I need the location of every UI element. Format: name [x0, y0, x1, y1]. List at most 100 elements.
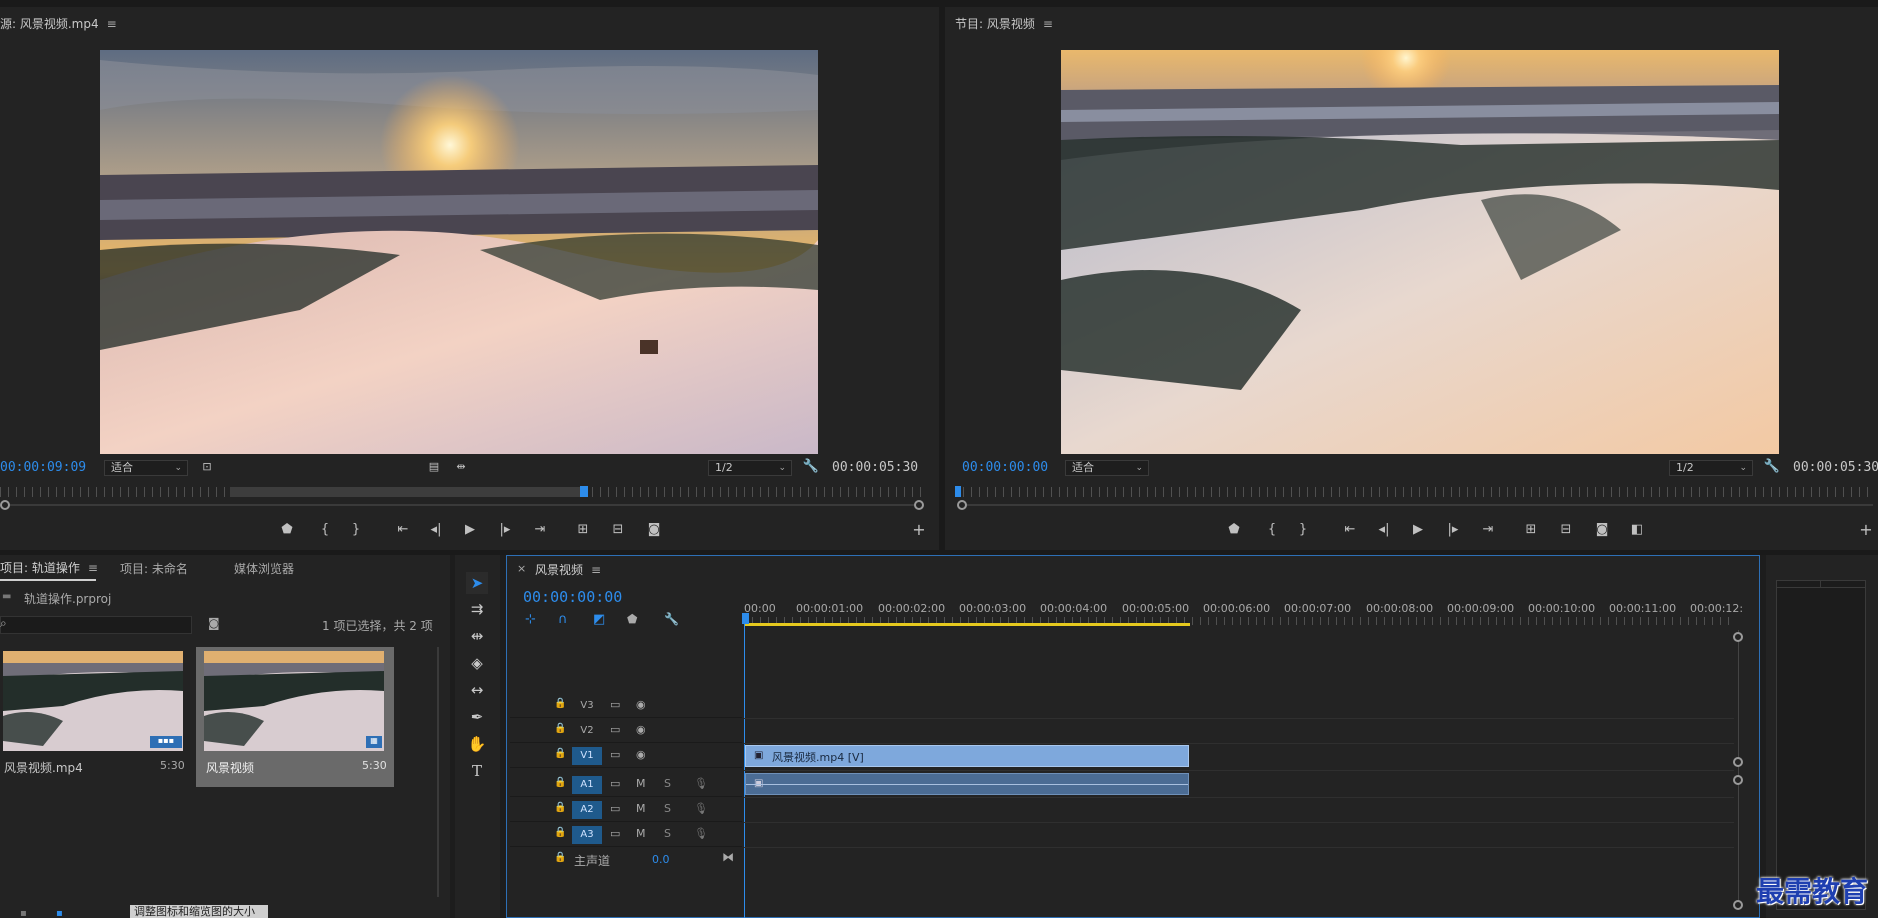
source-fit-dropdown[interactable]: 适合 ⌄ — [104, 460, 188, 476]
lock-icon[interactable]: 🔒 — [554, 827, 566, 838]
track-a1[interactable]: 🔒 A1 ▭ M S 🎙 — [510, 773, 742, 797]
ripple-edit-tool-icon[interactable]: ⇹ — [466, 625, 488, 647]
track-v3[interactable]: 🔒 V3 ▭ ◉ — [510, 694, 742, 718]
source-zoom-bar[interactable] — [4, 504, 916, 506]
microphone-icon[interactable]: 🎙 — [694, 777, 708, 790]
wrench-icon[interactable]: 🔧 — [664, 612, 679, 626]
sync-lock-icon[interactable]: ▭ — [610, 698, 620, 711]
close-icon[interactable]: × — [517, 562, 526, 575]
nest-icon[interactable]: ⊹ — [525, 612, 536, 627]
go-to-next-icon[interactable]: ⧓ — [722, 850, 734, 864]
track-v2[interactable]: 🔒 V2 ▭ ◉ — [510, 719, 742, 743]
razor-tool-icon[interactable]: ◈ — [466, 652, 488, 674]
go-to-out-icon[interactable]: ⇥ — [531, 523, 549, 539]
source-in-out-range[interactable] — [230, 487, 585, 497]
track-a3[interactable]: 🔒 A3 ▭ M S 🎙 — [510, 823, 742, 847]
drag-audio-icon[interactable]: ⇹ — [452, 460, 470, 476]
solo-button[interactable]: S — [664, 802, 671, 815]
program-playhead[interactable] — [955, 486, 961, 497]
track-master[interactable]: 🔒 主声道 0.0 ⧓ — [510, 848, 742, 872]
slip-tool-icon[interactable]: ↔ — [466, 679, 488, 701]
timeline-playhead-handle[interactable] — [742, 613, 749, 624]
mute-button[interactable]: M — [636, 827, 646, 840]
lift-icon[interactable]: ⊞ — [1522, 523, 1540, 539]
insert-icon[interactable]: ⊡ — [198, 460, 216, 476]
menu-icon[interactable]: ≡ — [107, 17, 117, 31]
go-to-in-icon[interactable]: ⇤ — [394, 523, 412, 539]
camera-icon[interactable]: ◙ — [1593, 523, 1611, 539]
eye-icon[interactable]: ◉ — [636, 748, 646, 761]
lock-icon[interactable]: 🔒 — [554, 852, 566, 863]
work-area-bar[interactable] — [744, 623, 1190, 626]
list-view-icon[interactable]: ▪ — [20, 908, 27, 918]
snap-magnet-icon[interactable]: ∩ — [558, 612, 568, 627]
step-back-icon[interactable]: ◂| — [1375, 523, 1393, 539]
vertical-zoom-bar[interactable] — [1738, 630, 1739, 910]
solo-button[interactable]: S — [664, 777, 671, 790]
program-fit-dropdown[interactable]: 适合 ⌄ — [1065, 460, 1149, 476]
vzoom-handle-top[interactable] — [1733, 632, 1743, 642]
add-marker-icon[interactable]: ⬟ — [278, 523, 296, 539]
add-marker-icon[interactable]: ⬟ — [1225, 523, 1243, 539]
vzoom-handle-bottom[interactable] — [1733, 900, 1743, 910]
track-label[interactable]: V2 — [572, 722, 602, 740]
compare-view-icon[interactable]: ◧ — [1628, 523, 1646, 539]
sync-lock-icon[interactable]: ▭ — [610, 748, 620, 761]
sync-lock-icon[interactable]: ▭ — [610, 802, 620, 815]
add-marker-icon[interactable]: ⬟ — [627, 612, 637, 626]
timeline-timecode[interactable]: 00:00:00:00 — [523, 588, 622, 606]
menu-icon[interactable]: ≡ — [88, 561, 98, 575]
insert-button-icon[interactable]: ⊞ — [574, 523, 592, 539]
play-icon[interactable]: ▶ — [461, 523, 479, 539]
source-resolution-dropdown[interactable]: 1/2 ⌄ — [708, 460, 792, 476]
vzoom-handle-mid[interactable] — [1733, 757, 1743, 767]
source-monitor-title[interactable]: 源: 风景视频.mp4 ≡ — [0, 15, 117, 32]
track-label[interactable]: A1 — [572, 776, 602, 794]
zoom-handle-left[interactable] — [0, 500, 10, 510]
extract-icon[interactable]: ⊟ — [1557, 523, 1575, 539]
lock-icon[interactable]: 🔒 — [554, 802, 566, 813]
microphone-icon[interactable]: 🎙 — [694, 802, 708, 815]
icon-view-icon[interactable]: ▪ — [56, 908, 63, 918]
go-to-out-icon[interactable]: ⇥ — [1479, 523, 1497, 539]
lock-icon[interactable]: 🔒 — [554, 723, 566, 734]
program-resolution-dropdown[interactable]: 1/2 ⌄ — [1669, 460, 1753, 476]
track-select-tool-icon[interactable]: ⇉ — [466, 598, 488, 620]
solo-button[interactable]: S — [664, 827, 671, 840]
tab-project-current[interactable]: 项目: 轨道操作 ≡ — [0, 559, 98, 579]
play-icon[interactable]: ▶ — [1409, 523, 1427, 539]
program-video-frame[interactable] — [1061, 50, 1779, 454]
drag-video-icon[interactable]: ▤ — [425, 460, 443, 476]
lock-icon[interactable]: 🔒 — [554, 748, 566, 759]
eye-icon[interactable]: ◉ — [636, 698, 646, 711]
source-video-frame[interactable] — [100, 50, 818, 454]
mute-button[interactable]: M — [636, 777, 646, 790]
program-timecode[interactable]: 00:00:00:00 — [962, 460, 1048, 475]
project-item-video[interactable]: ▪▪▪ 风景视频.mp4 5:30 — [0, 647, 188, 787]
menu-icon[interactable]: ≡ — [1043, 17, 1053, 31]
project-item-sequence[interactable]: ▦ 风景视频 5:30 — [196, 647, 394, 787]
tab-media-browser[interactable]: 媒体浏览器 — [234, 560, 294, 577]
mark-out-icon[interactable]: } — [347, 523, 365, 539]
camera-icon[interactable]: ◙ — [645, 523, 663, 539]
video-clip[interactable]: ▣ 风景视频.mp4 [V] — [745, 745, 1189, 767]
plus-icon[interactable]: + — [1857, 522, 1875, 539]
lock-icon[interactable]: 🔒 — [554, 698, 566, 709]
tab-project-untitled[interactable]: 项目: 未命名 — [120, 560, 188, 577]
mark-in-icon[interactable]: { — [1263, 523, 1281, 539]
sync-lock-icon[interactable]: ▭ — [610, 827, 620, 840]
tab-sequence[interactable]: 风景视频 ≡ — [535, 561, 601, 578]
lock-icon[interactable]: 🔒 — [554, 777, 566, 788]
mute-button[interactable]: M — [636, 802, 646, 815]
step-back-icon[interactable]: ◂| — [427, 523, 445, 539]
track-label[interactable]: A2 — [572, 801, 602, 819]
step-forward-icon[interactable]: |▸ — [1444, 523, 1462, 539]
wrench-icon[interactable]: 🔧 — [802, 460, 820, 476]
track-v1[interactable]: 🔒 V1 ▭ ◉ — [510, 744, 742, 768]
overwrite-button-icon[interactable]: ⊟ — [609, 523, 627, 539]
selection-tool-icon[interactable]: ➤ — [466, 572, 488, 594]
menu-icon[interactable]: ≡ — [591, 563, 601, 577]
linked-selection-icon[interactable]: ◩ — [593, 612, 605, 627]
pen-tool-icon[interactable]: ✒ — [466, 706, 488, 728]
go-to-in-icon[interactable]: ⇤ — [1341, 523, 1359, 539]
